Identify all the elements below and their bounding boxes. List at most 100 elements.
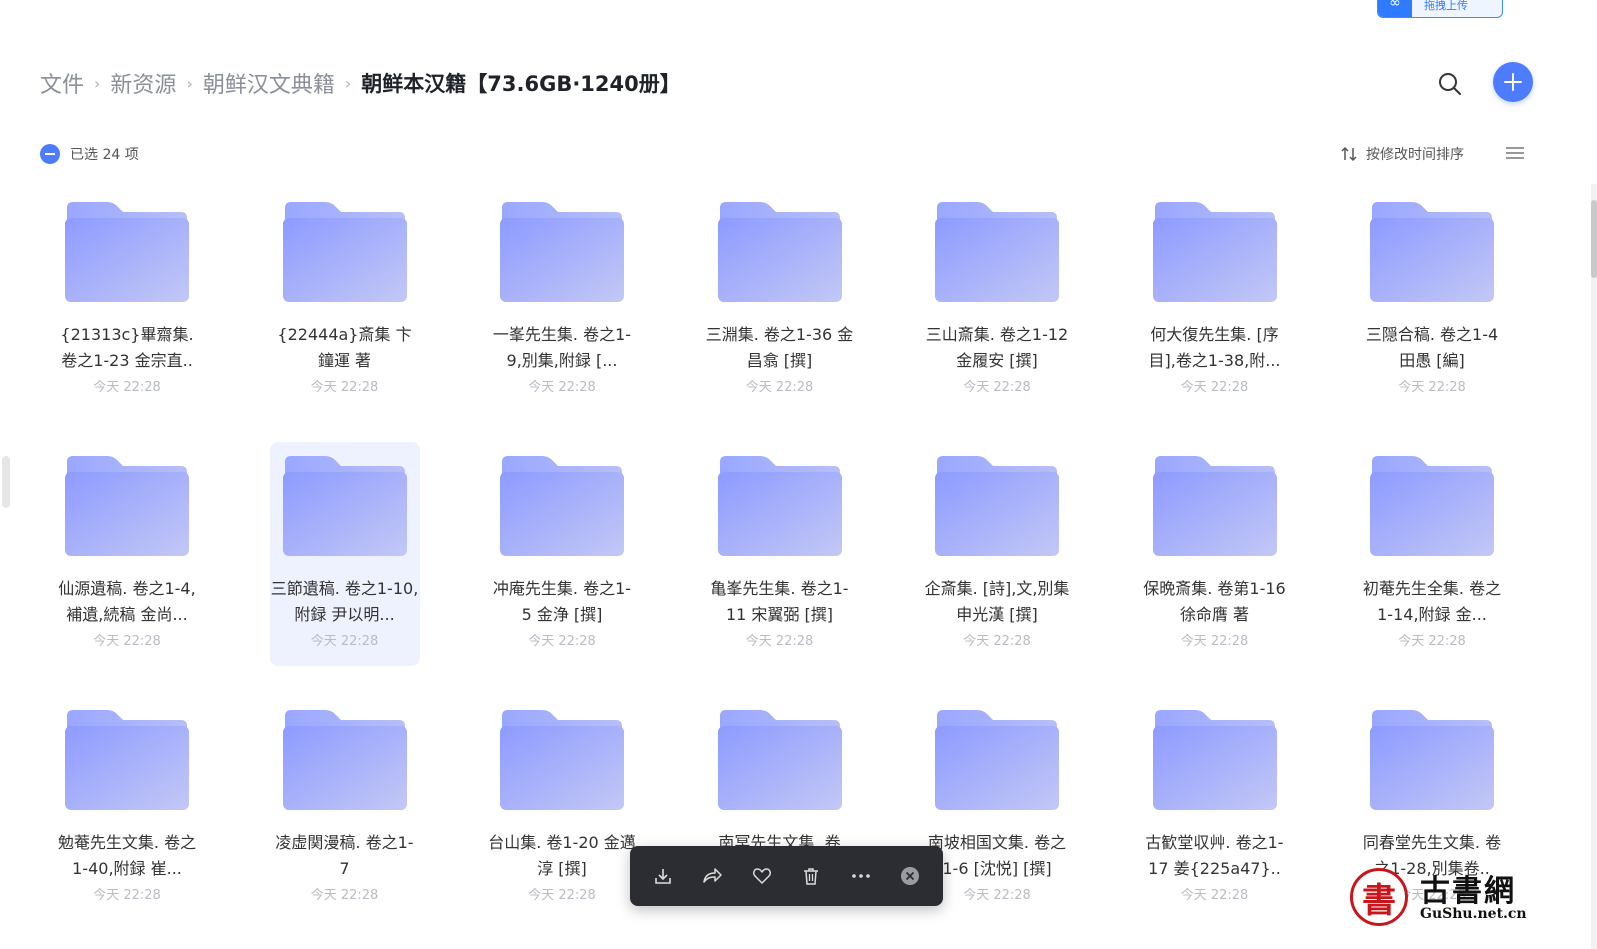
folder-item[interactable]: 仙源遺稿. 卷之1-4,補遺,続稿 金尚... 今天 22:28: [52, 442, 202, 666]
upload-badge-label: 拖拽上传: [1424, 0, 1468, 12]
breadcrumb-item-files[interactable]: 文件: [40, 67, 84, 99]
folder-icon: [282, 710, 407, 810]
folder-icon: [65, 456, 189, 556]
folder-item[interactable]: 冲庵先生集. 卷之1-5 金浄 [撰] 今天 22:28: [487, 442, 637, 666]
breadcrumb-item-new-resources[interactable]: 新资源: [110, 67, 176, 99]
selection-action-bar: [630, 846, 943, 906]
folder-name: 三隠合稿. 卷之1-4 田愚 [編]: [1365, 325, 1499, 370]
folder-date: 今天 22:28: [310, 888, 379, 903]
folder-name: 三淵集. 卷之1-36 金昌翕 [撰]: [705, 325, 854, 370]
folder-item[interactable]: 亀峯先生集. 卷之1-11 宋翼弼 [撰] 今天 22:28: [705, 442, 855, 666]
folder-date: 今天 22:28: [745, 634, 814, 649]
folder-name: 亀峯先生集. 卷之1-11 宋翼弼 [撰]: [710, 579, 849, 624]
more-button[interactable]: [846, 861, 876, 891]
folder-date: 今天 22:28: [93, 634, 161, 649]
watermark-logo: 書 古書網 GuShu.net.cn: [1350, 866, 1540, 930]
folder-item[interactable]: 凌虚関漫稿. 卷之1-7 今天 22:28: [270, 696, 420, 920]
minus-icon: [45, 153, 55, 155]
download-icon: [654, 869, 671, 884]
upload-badge[interactable]: ∞ 拖拽上传: [1377, 0, 1503, 18]
more-dots-icon: [851, 874, 870, 878]
chevron-right-icon: ›: [186, 73, 193, 93]
cloud-link-icon: ∞: [1378, 0, 1412, 17]
breadcrumb-item-korean-classics[interactable]: 朝鲜汉文典籍: [203, 67, 335, 99]
list-view-icon: [1506, 147, 1524, 159]
folder-icon: [65, 710, 189, 810]
folder-name: 保晩斎集. 卷第1-16 徐命膺 著: [1143, 579, 1286, 624]
scrollbar-thumb[interactable]: [1591, 200, 1597, 278]
sort-arrows-icon: [1341, 146, 1357, 162]
folder-date: 今天 22:28: [963, 380, 1031, 395]
folder-date: 今天 22:28: [93, 380, 161, 395]
search-button[interactable]: [1436, 70, 1464, 98]
sidebar-resize-handle[interactable]: [2, 456, 10, 508]
folder-name: 一峯先生集. 卷之1-9,別集,附録 [...: [492, 325, 632, 370]
add-button[interactable]: [1493, 62, 1533, 102]
folder-icon: [935, 710, 1059, 810]
folder-item[interactable]: 三山斎集. 卷之1-12 金履安 [撰] 今天 22:28: [922, 188, 1072, 412]
sort-label: 按修改时间排序: [1366, 147, 1464, 163]
folder-item[interactable]: 勉菴先生文集. 卷之1-40,附録 崔... 今天 22:28: [52, 696, 202, 920]
download-button[interactable]: [648, 861, 678, 891]
share-button[interactable]: [697, 861, 727, 891]
folder-icon: [1370, 710, 1494, 810]
seal-icon: 書: [1350, 868, 1408, 926]
folder-grid: {21313c}畢齋集. 卷之1-23 金宗直.. 今天 22:28 {22444a…: [52, 188, 1521, 920]
folder-item[interactable]: 三節遺稿. 卷之1-10,附録 尹以明... 今天 22:28: [269, 442, 420, 666]
folder-item[interactable]: 企斎集. [詩],文,別集 申光漢 [撰] 今天 22:28: [922, 442, 1072, 666]
folder-icon: [65, 202, 189, 302]
trash-icon: [804, 868, 819, 885]
folder-name: 三山斎集. 卷之1-12 金履安 [撰]: [925, 325, 1069, 370]
folder-item[interactable]: {21313c}畢齋集. 卷之1-23 金宗直.. 今天 22:28: [52, 188, 202, 412]
folder-item[interactable]: 古歓堂収艸. 卷之1-17 姜{225a47}.. 今天 22:28: [1140, 696, 1290, 920]
sort-button[interactable]: 按修改时间排序: [1340, 144, 1464, 164]
chevron-right-icon: ›: [94, 73, 101, 93]
folder-item[interactable]: 三淵集. 卷之1-36 金昌翕 [撰] 今天 22:28: [705, 188, 855, 412]
folder-icon: [500, 202, 624, 302]
folder-date: 今天 22:28: [93, 888, 161, 903]
folder-name: 台山集. 卷1-20 金邁淳 [撰]: [488, 833, 636, 878]
vertical-scrollbar[interactable]: [1591, 184, 1597, 949]
folder-icon: [1152, 456, 1277, 556]
deselect-all-button[interactable]: [40, 144, 60, 164]
close-selection-button[interactable]: [895, 861, 925, 891]
folder-item[interactable]: {22444a}斎集 卞鐘運 著今天 22:28: [270, 188, 420, 412]
list-view-button[interactable]: [1505, 145, 1525, 165]
folder-date: 今天 22:28: [528, 380, 596, 395]
folder-date: 今天 22:28: [963, 888, 1031, 903]
folder-icon: [935, 202, 1059, 302]
folder-item[interactable]: 一峯先生集. 卷之1-9,別集,附録 [... 今天 22:28: [487, 188, 637, 412]
folder-name: 企斎集. [詩],文,別集 申光漢 [撰]: [924, 579, 1070, 624]
folder-item[interactable]: 台山集. 卷1-20 金邁淳 [撰] 今天 22:28: [487, 696, 637, 920]
folder-name: 初菴先生全集. 卷之1-14,附録 金...: [1362, 579, 1502, 624]
folder-icon: [282, 202, 407, 302]
breadcrumb: 文件 › 新资源 › 朝鲜汉文典籍 › 朝鲜本汉籍【73.6GB·1240册】: [40, 66, 681, 100]
folder-icon: [717, 710, 842, 810]
folder-item[interactable]: 南坡相国文集. 卷之1-6 [沈悦] [撰] 今天 22:28: [922, 696, 1072, 920]
folder-icon: [1152, 710, 1277, 810]
folder-date: 今天 22:28: [745, 380, 814, 395]
folder-item[interactable]: 保晩斎集. 卷第1-16 徐命膺 著今天 22:28: [1140, 442, 1290, 666]
folder-item[interactable]: 三隠合稿. 卷之1-4 田愚 [編] 今天 22:28: [1357, 188, 1507, 412]
folder-item[interactable]: 何大復先生集. [序目],卷之1-38,附... 今天 22:28: [1140, 188, 1290, 412]
folder-name: 何大復先生集. [序目],卷之1-38,附...: [1148, 325, 1281, 370]
folder-item[interactable]: 初菴先生全集. 卷之1-14,附録 金... 今天 22:28: [1357, 442, 1507, 666]
folder-name: 南坡相国文集. 卷之1-6 [沈悦] [撰]: [927, 833, 1067, 878]
folder-icon: [500, 456, 624, 556]
folder-date: 今天 22:28: [310, 380, 379, 395]
folder-icon: [1152, 202, 1277, 302]
close-circle-icon: [901, 867, 920, 885]
folder-icon: [935, 456, 1059, 556]
share-icon: [703, 868, 722, 883]
folder-name: 冲庵先生集. 卷之1-5 金浄 [撰]: [492, 579, 632, 624]
search-icon: [1439, 73, 1461, 95]
folder-name: 勉菴先生文集. 卷之1-40,附録 崔...: [57, 833, 197, 878]
favorite-button[interactable]: [747, 861, 777, 891]
folder-name: 三節遺稿. 卷之1-10,附録 尹以明...: [270, 579, 419, 624]
folder-date: 今天 22:28: [1180, 380, 1249, 395]
delete-button[interactable]: [796, 861, 826, 891]
chevron-right-icon: ›: [344, 73, 352, 93]
folder-date: 今天 22:28: [1398, 380, 1466, 395]
selection-bar: 已选 24 项: [40, 144, 139, 164]
folder-name: {21313c}畢齋集. 卷之1-23 金宗直..: [60, 325, 194, 370]
